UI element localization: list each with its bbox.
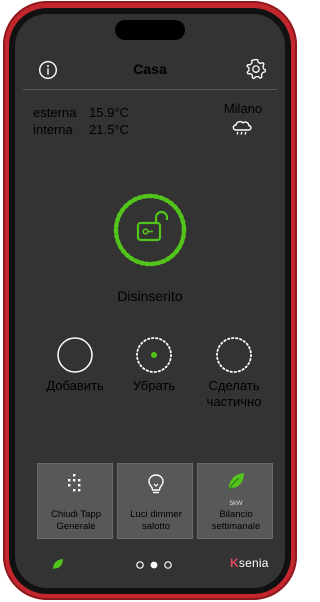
gear-icon[interactable] [244, 57, 268, 81]
disarm-lock-button[interactable] [112, 192, 188, 268]
cloud-rain-icon [232, 120, 252, 135]
alarm-status: Disinserito [117, 288, 183, 304]
tile-weekly-balance[interactable]: 5kW Bilancio settimanale [197, 463, 273, 539]
logo-k: K [230, 556, 239, 570]
arm-mode-button[interactable] [56, 336, 94, 374]
disarm-mode-label: Убрать [132, 378, 176, 393]
header-divider [23, 89, 277, 90]
lightbulb-icon [148, 474, 164, 494]
tile-label: Chiudi Tapp Generale [50, 509, 101, 532]
outdoor-temp-row: esterna 15.9°C [33, 105, 129, 120]
tile-label: Luci dimmer salotto [130, 509, 182, 532]
green-leaf-icon [228, 473, 244, 491]
energy-leaf-icon[interactable] [52, 558, 64, 570]
page-title: Casa [133, 61, 167, 77]
open-padlock-icon [136, 210, 169, 242]
logo-rest: senia [238, 556, 269, 570]
blinds-grid-icon [68, 474, 81, 492]
page-indicator[interactable] [135, 560, 179, 570]
indoor-temp-row: interna 21.5°C [33, 122, 129, 137]
tile-close-blinds[interactable]: Chiudi Tapp Generale [37, 463, 113, 539]
indoor-temp: 21.5°C [89, 122, 129, 137]
arm-mode-label: Добавить [46, 378, 104, 393]
phone-notch [115, 20, 185, 40]
outdoor-label: esterna [33, 105, 77, 120]
indoor-label: interna [33, 122, 73, 137]
tile-label: Bilancio settimanale [211, 509, 261, 532]
ksenia-logo: Ksenia [230, 556, 269, 570]
city-name: Milano [223, 101, 263, 116]
tile-dimmer-lights[interactable]: Luci dimmer salotto [117, 463, 193, 539]
disarm-mode-button[interactable] [135, 336, 173, 374]
partial-mode-button[interactable] [215, 336, 253, 374]
outdoor-temp: 15.9°C [89, 105, 129, 120]
info-icon[interactable] [38, 60, 58, 80]
partial-mode-label: Сделать частично [206, 378, 262, 409]
